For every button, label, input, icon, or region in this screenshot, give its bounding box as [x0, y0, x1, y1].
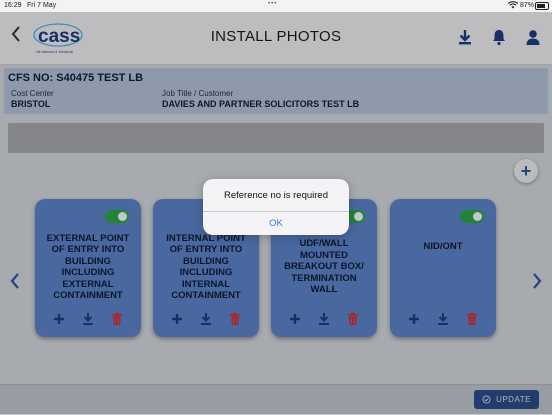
- alert-dialog: Reference no is required OK: [203, 179, 349, 235]
- wifi-icon: [507, 1, 519, 11]
- multitasking-dots[interactable]: •••: [268, 1, 277, 7]
- alert-message: Reference no is required: [223, 190, 329, 201]
- battery-icon: [535, 2, 549, 10]
- alert-ok-button[interactable]: OK: [203, 212, 349, 235]
- status-time: 16:29: [4, 2, 22, 9]
- status-date: Fri 7 May: [27, 2, 57, 9]
- battery-percent: 87%: [520, 2, 535, 9]
- status-bar: 16:29 Fri 7 May ••• 87%: [0, 0, 552, 12]
